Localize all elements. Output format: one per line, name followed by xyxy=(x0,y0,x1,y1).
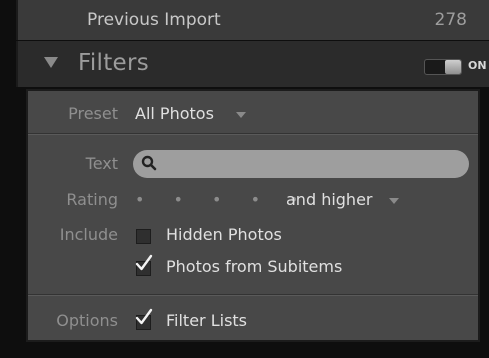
checkmark-icon xyxy=(135,254,153,271)
filters-toggle-label: ON xyxy=(468,59,487,72)
hidden-photos-label: Hidden Photos xyxy=(166,225,282,244)
filter-options-panel: Preset All Photos Text Rating • • • • • … xyxy=(26,89,480,342)
previous-import-count: 278 xyxy=(434,10,467,30)
filters-panel-frame: Previous Import 278 Filters ON Preset Al… xyxy=(0,0,489,358)
filter-lists-label: Filter Lists xyxy=(166,311,248,330)
disclosure-triangle-icon[interactable] xyxy=(44,57,58,68)
checkmark-icon xyxy=(135,308,153,325)
search-icon xyxy=(141,155,157,171)
filters-title: Filters xyxy=(78,50,150,76)
include-label: Include xyxy=(59,225,118,244)
text-label: Text xyxy=(85,154,118,173)
rating-stars-selector[interactable]: • • • • • xyxy=(135,190,311,209)
previous-import-row[interactable]: Previous Import 278 xyxy=(16,0,489,40)
options-label: Options xyxy=(56,311,118,330)
filters-toggle[interactable] xyxy=(424,59,462,75)
toggle-knob xyxy=(445,60,461,74)
divider xyxy=(28,133,478,135)
divider xyxy=(28,294,478,296)
preset-dropdown-value[interactable]: All Photos xyxy=(135,104,214,123)
text-search-input[interactable] xyxy=(133,150,469,178)
rating-label: Rating xyxy=(66,190,118,209)
chevron-down-icon[interactable] xyxy=(236,112,246,118)
rating-comparison-value[interactable]: and higher xyxy=(286,190,373,209)
preset-label: Preset xyxy=(68,104,118,123)
filters-header[interactable]: Filters ON xyxy=(16,41,489,87)
chevron-down-icon[interactable] xyxy=(389,198,399,204)
previous-import-label: Previous Import xyxy=(87,10,221,30)
photos-from-subitems-label: Photos from Subitems xyxy=(166,257,343,276)
hidden-photos-checkbox[interactable] xyxy=(136,229,151,244)
